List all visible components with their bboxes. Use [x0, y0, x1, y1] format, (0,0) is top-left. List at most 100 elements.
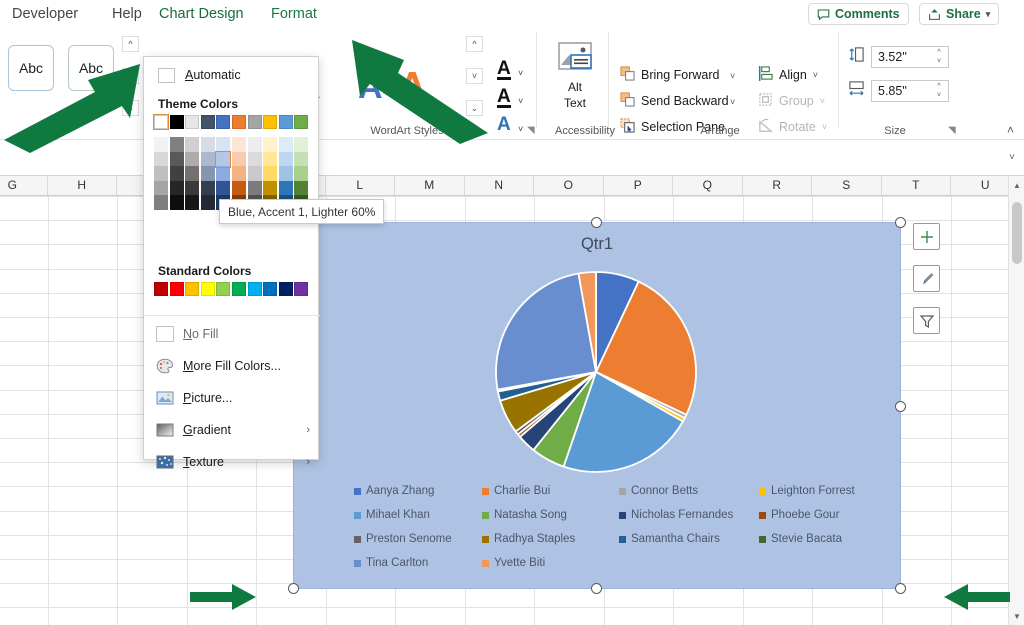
shape-width-stepper[interactable]: ^ ˅ [933, 82, 945, 100]
theme-color-variant-swatch[interactable] [154, 195, 168, 211]
shape-fill-dropdown-menu[interactable]: Automatic Theme Colors Standard Colors N… [143, 56, 320, 469]
column-header-n[interactable]: N [464, 176, 534, 195]
texture-menu-item[interactable]: Texture › [144, 447, 320, 477]
scroll-up-button[interactable]: ▲ [1011, 179, 1023, 191]
theme-color-variant-swatch[interactable] [278, 166, 293, 182]
wordart-gallery-scroll-up-button[interactable]: ^ [466, 36, 483, 52]
formula-bar-expand-icon[interactable]: ˅ [1009, 152, 1015, 163]
legend-item[interactable]: Charlie Bui [482, 485, 550, 497]
theme-color-variant-swatch[interactable] [278, 137, 293, 152]
tab-format[interactable]: Format [267, 2, 321, 30]
automatic-menu-item[interactable]: Automatic [144, 61, 320, 89]
column-header-p[interactable]: P [603, 176, 673, 195]
theme-color-swatch[interactable] [216, 115, 231, 129]
column-header-t[interactable]: T [881, 176, 951, 195]
theme-color-variant-swatch[interactable] [200, 137, 215, 152]
theme-color-variant-swatch[interactable] [294, 166, 309, 182]
wordart-gallery-scroll-down-button[interactable]: ˅ [466, 68, 483, 84]
theme-color-variant-swatch[interactable] [263, 180, 278, 196]
theme-color-variant-swatch[interactable] [294, 151, 309, 167]
chart-handle-top-right[interactable] [895, 217, 906, 228]
shape-width-input[interactable]: 5.85" ^ ˅ [871, 80, 949, 102]
chart-handle-bottom-right[interactable] [895, 583, 906, 594]
theme-color-variant-swatch[interactable] [169, 137, 184, 152]
theme-color-variant-swatch[interactable] [154, 151, 168, 167]
standard-color-swatch[interactable] [263, 282, 278, 296]
theme-color-swatch[interactable] [294, 115, 309, 129]
column-header-g[interactable]: G [0, 176, 48, 195]
text-fill-icon[interactable]: A [497, 58, 511, 80]
theme-color-variant-swatch[interactable] [247, 180, 262, 196]
theme-color-variant-swatch[interactable] [185, 180, 200, 196]
theme-color-variant-swatch[interactable] [169, 151, 184, 167]
theme-color-variant-swatch[interactable] [200, 166, 215, 182]
wordart-preview-a-blue[interactable]: A [358, 68, 383, 107]
theme-color-variant-swatch[interactable] [154, 180, 168, 196]
legend-item[interactable]: Samantha Chairs [619, 533, 720, 545]
pie-chart-object[interactable]: Qtr1 Aanya Zhang Charlie Bui Connor Betts L… [293, 222, 901, 589]
theme-color-variant-swatch[interactable] [232, 166, 246, 182]
column-header-m[interactable]: M [395, 176, 465, 195]
theme-color-variant-swatch[interactable] [232, 180, 246, 196]
legend-item[interactable]: Leighton Forrest [759, 485, 855, 497]
tab-help[interactable]: Help [108, 2, 146, 26]
theme-color-variant-swatch[interactable] [185, 166, 200, 182]
wordart-gallery-more-button[interactable]: ⌄ [466, 100, 483, 116]
standard-color-swatch[interactable] [200, 282, 215, 296]
legend-item[interactable]: Natasha Song [482, 509, 567, 521]
theme-color-variant-swatch[interactable] [169, 180, 184, 196]
legend-item[interactable]: Phoebe Gour [759, 509, 839, 521]
vertical-scrollbar[interactable]: ▲ ▼ [1008, 176, 1024, 625]
theme-color-variant-swatch[interactable] [278, 151, 293, 167]
standard-color-swatch[interactable] [278, 282, 293, 296]
gradient-menu-item[interactable]: Gradient › [144, 415, 320, 445]
bring-forward-chevron-icon[interactable]: ˅ [730, 71, 735, 81]
pie-chart-plot-area[interactable] [476, 268, 716, 476]
theme-color-swatch[interactable] [185, 115, 200, 129]
send-backward-chevron-icon[interactable]: ˅ [730, 97, 735, 107]
theme-color-variant-swatch[interactable] [247, 166, 262, 182]
column-header-s[interactable]: S [812, 176, 882, 195]
shape-height-input[interactable]: 3.52" ^ ˅ [871, 46, 949, 68]
legend-item[interactable]: Aanya Zhang [354, 485, 434, 497]
send-backward-button[interactable]: Send Backward [620, 92, 729, 110]
chart-filters-button[interactable] [913, 307, 940, 334]
tab-chart-design[interactable]: Chart Design [155, 2, 248, 26]
size-dialog-launcher[interactable]: ◥ [948, 125, 956, 136]
text-fill-chevron-icon[interactable]: ˅ [518, 68, 523, 78]
standard-color-swatch[interactable] [232, 282, 246, 296]
picture-menu-item[interactable]: Picture... [144, 383, 320, 413]
chart-handle-bottom-left[interactable] [288, 583, 299, 594]
scrollbar-thumb[interactable] [1012, 202, 1022, 264]
more-fill-colors-menu-item[interactable]: More Fill Colors... [144, 351, 320, 381]
theme-color-variant-swatch[interactable] [200, 195, 215, 211]
chart-handle-top-center[interactable] [591, 217, 602, 228]
wordart-scroll-up-button[interactable]: ^ [122, 36, 139, 52]
legend-item[interactable]: Tina Carlton [354, 557, 428, 569]
bring-forward-button[interactable]: Bring Forward [620, 66, 720, 84]
column-header-q[interactable]: Q [673, 176, 743, 195]
theme-color-swatch[interactable] [200, 115, 215, 129]
chart-handle-bottom-center[interactable] [591, 583, 602, 594]
theme-color-variant-swatch[interactable] [294, 137, 309, 152]
scroll-down-button[interactable]: ▼ [1011, 610, 1023, 622]
comments-button[interactable]: Comments [808, 3, 909, 25]
theme-color-variant-swatch[interactable] [263, 151, 278, 167]
theme-color-variant-swatch[interactable] [185, 137, 200, 152]
theme-color-swatch[interactable] [278, 115, 293, 129]
text-effects-icon[interactable]: A [497, 114, 511, 136]
theme-color-variant-swatch[interactable] [232, 137, 246, 152]
theme-color-swatch[interactable] [263, 115, 278, 129]
theme-color-variant-swatch[interactable] [200, 180, 215, 196]
legend-item[interactable]: Preston Senome [354, 533, 452, 545]
theme-color-swatch[interactable] [169, 115, 184, 129]
column-header-l[interactable]: L [325, 176, 395, 195]
text-outline-icon[interactable]: A [497, 86, 511, 108]
theme-color-variant-swatch[interactable] [169, 166, 184, 182]
chart-styles-button[interactable] [913, 265, 940, 292]
alt-text-icon[interactable] [552, 40, 598, 78]
ribbon-collapse-button[interactable]: ˄ [1007, 123, 1014, 137]
standard-color-swatch[interactable] [185, 282, 200, 296]
align-button[interactable]: Align ˅ [758, 66, 818, 84]
wordart-scroll-down-button[interactable]: ˅ [122, 68, 139, 84]
